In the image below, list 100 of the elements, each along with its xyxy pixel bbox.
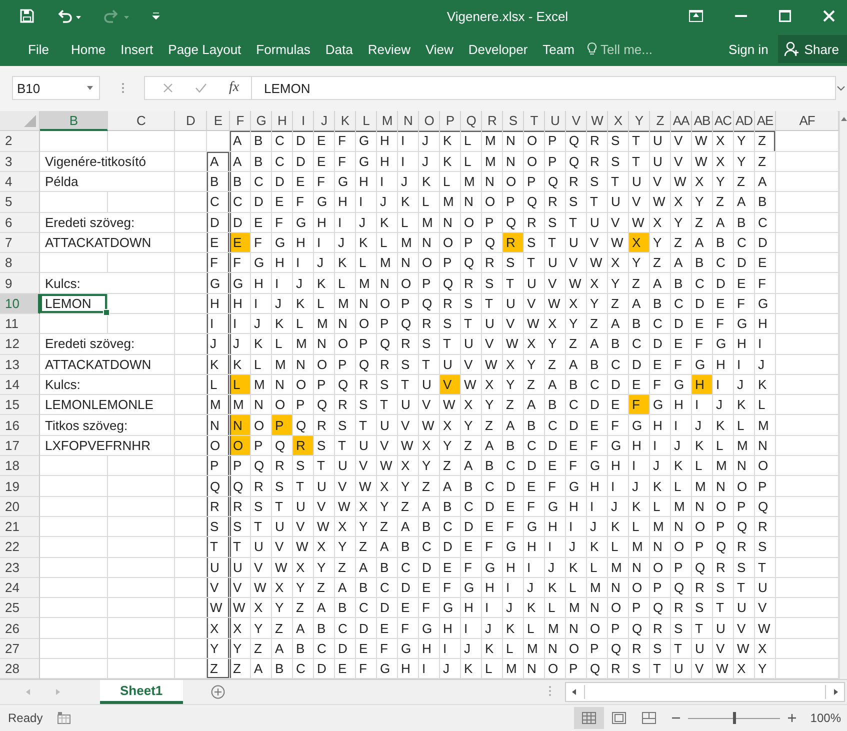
table-cell[interactable]: [207, 131, 230, 152]
table-cell[interactable]: T: [207, 537, 230, 558]
share-button[interactable]: Share: [778, 35, 847, 64]
column-header[interactable]: AD: [734, 111, 755, 132]
table-cell[interactable]: [108, 294, 175, 314]
table-cell[interactable]: [175, 578, 207, 598]
table-cell[interactable]: Z: [207, 659, 230, 680]
table-cell[interactable]: [108, 192, 175, 212]
column-header[interactable]: P: [440, 111, 461, 132]
ribbon-tab[interactable]: Formulas: [250, 42, 316, 57]
table-cell[interactable]: F: [207, 253, 230, 274]
table-cell[interactable]: [108, 456, 175, 476]
column-header[interactable]: K: [335, 111, 356, 132]
minimize-icon[interactable]: [735, 15, 747, 18]
column-header[interactable]: Y: [629, 111, 650, 132]
column-header[interactable]: M: [377, 111, 398, 132]
column-header[interactable]: AA: [671, 111, 692, 132]
table-cell[interactable]: [175, 415, 207, 436]
table-cell[interactable]: [175, 212, 207, 233]
table-cell[interactable]: Y: [207, 638, 230, 660]
table-cell[interactable]: [108, 516, 175, 538]
table-cell[interactable]: [40, 516, 108, 538]
column-header[interactable]: V: [566, 111, 587, 132]
ribbon-tab[interactable]: Home: [64, 42, 112, 57]
ribbon-tab[interactable]: Developer: [462, 42, 534, 57]
insert-function-button[interactable]: fx: [229, 80, 240, 96]
table-cell[interactable]: [175, 537, 207, 558]
row-header[interactable]: 17: [0, 436, 40, 456]
column-header[interactable]: J: [314, 111, 335, 132]
table-cell[interactable]: [175, 232, 207, 254]
row-header[interactable]: 6: [0, 212, 40, 233]
table-cell[interactable]: [40, 476, 108, 497]
table-cell[interactable]: [175, 374, 207, 396]
row-header[interactable]: 23: [0, 558, 40, 578]
table-cell[interactable]: R: [207, 496, 230, 517]
table-cell[interactable]: [40, 192, 108, 212]
table-cell[interactable]: L: [207, 374, 230, 396]
column-header[interactable]: D: [175, 111, 207, 132]
table-cell[interactable]: Q: [207, 476, 230, 497]
table-cell[interactable]: K: [207, 354, 230, 375]
row-header[interactable]: 27: [0, 638, 40, 660]
close-icon[interactable]: [823, 10, 835, 22]
column-header[interactable]: AF: [776, 111, 839, 132]
table-cell[interactable]: [40, 618, 108, 639]
table-cell[interactable]: [108, 578, 175, 598]
row-header[interactable]: 10: [0, 294, 40, 314]
ribbon-tab[interactable]: Team: [536, 42, 580, 57]
row-header[interactable]: 24: [0, 578, 40, 598]
table-cell[interactable]: [108, 618, 175, 639]
table-cell[interactable]: I: [207, 314, 230, 334]
row-header[interactable]: 14: [0, 374, 40, 396]
macro-record-icon[interactable]: [56, 712, 71, 724]
table-cell[interactable]: [40, 638, 108, 660]
table-cell[interactable]: [175, 294, 207, 314]
table-cell[interactable]: D: [207, 212, 230, 233]
zoom-level-text[interactable]: 100%: [810, 711, 841, 726]
column-header[interactable]: F: [230, 111, 251, 132]
save-icon[interactable]: [20, 9, 34, 24]
column-header[interactable]: S: [503, 111, 524, 132]
row-header[interactable]: 2: [0, 131, 40, 152]
zoom-slider-thumb[interactable]: [733, 712, 736, 724]
row-header[interactable]: 13: [0, 354, 40, 375]
formula-field[interactable]: LEMON: [252, 76, 836, 100]
table-cell[interactable]: LEMONLEMONLE: [40, 395, 175, 416]
row-header[interactable]: 9: [0, 273, 40, 294]
row-header[interactable]: 4: [0, 172, 40, 192]
row-header[interactable]: 7: [0, 232, 40, 254]
column-header[interactable]: T: [524, 111, 545, 132]
row-header[interactable]: 11: [0, 314, 40, 334]
column-header[interactable]: H: [272, 111, 293, 132]
table-cell[interactable]: [175, 334, 207, 355]
table-cell[interactable]: [175, 152, 207, 172]
table-cell[interactable]: [175, 131, 207, 152]
row-header[interactable]: 22: [0, 537, 40, 558]
table-cell[interactable]: Kulcs:: [40, 374, 175, 396]
row-header[interactable]: 20: [0, 496, 40, 517]
table-cell[interactable]: [40, 578, 108, 598]
undo-icon[interactable]: [56, 9, 82, 24]
table-cell[interactable]: [40, 558, 108, 578]
column-header[interactable]: U: [545, 111, 566, 132]
table-cell[interactable]: [108, 537, 175, 558]
add-sheet-icon[interactable]: [210, 685, 225, 700]
table-cell[interactable]: [175, 172, 207, 192]
row-header[interactable]: 16: [0, 415, 40, 436]
table-cell[interactable]: [175, 192, 207, 212]
ribbon-display-options-icon[interactable]: [689, 10, 703, 22]
scroll-up-icon[interactable]: [840, 117, 846, 122]
column-header[interactable]: B: [40, 111, 108, 132]
check-icon[interactable]: [195, 83, 207, 94]
column-header[interactable]: O: [419, 111, 440, 132]
table-cell[interactable]: LXFOPVEFRNHR: [40, 436, 175, 456]
row-header[interactable]: 8: [0, 253, 40, 274]
splitter-icon[interactable]: [548, 686, 551, 696]
table-cell[interactable]: [175, 476, 207, 497]
table-cell[interactable]: V: [207, 578, 230, 598]
table-cell[interactable]: [108, 253, 175, 274]
table-cell[interactable]: [40, 496, 108, 517]
table-cell[interactable]: G: [207, 273, 230, 294]
column-header[interactable]: G: [251, 111, 272, 132]
column-header[interactable]: E: [207, 111, 230, 132]
